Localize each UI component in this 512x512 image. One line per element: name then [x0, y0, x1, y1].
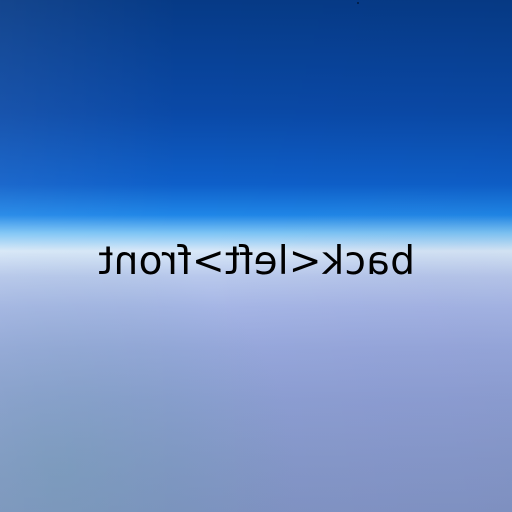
center-label-wrap: back<left>front [98, 238, 415, 284]
dark-speck [357, 2, 359, 4]
sky-viewport: back<left>front [0, 0, 512, 512]
mirrored-direction-label: back<left>front [97, 238, 415, 284]
